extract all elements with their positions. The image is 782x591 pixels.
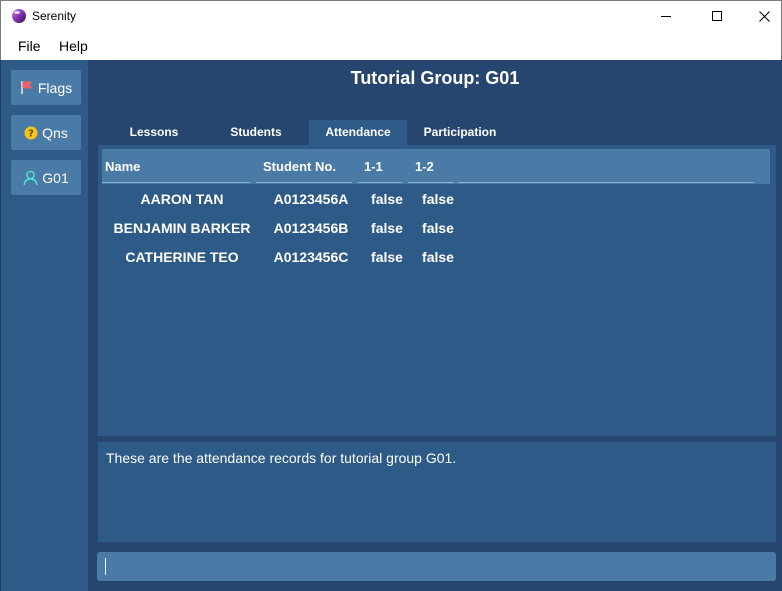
cell-student-no: A0123456C <box>273 249 349 265</box>
menu-bar: File Help <box>0 31 782 60</box>
app-logo-icon <box>12 9 26 23</box>
attendance-table-panel: Name Student No. 1-1 1-2 AARON TAN A0123… <box>98 145 776 436</box>
text-caret <box>105 558 106 575</box>
tab-participation[interactable]: Participation <box>407 120 513 145</box>
sidebar: Flags ? Qns G01 <box>0 60 88 591</box>
user-icon <box>23 170 38 185</box>
window-titlebar: Serenity <box>0 0 782 31</box>
column-divider <box>458 182 754 183</box>
column-header-lesson-1-1[interactable]: 1-1 <box>364 159 383 174</box>
tab-attendance[interactable]: Attendance <box>309 120 407 145</box>
cell-name: CATHERINE TEO <box>125 249 239 265</box>
flag-icon <box>21 81 33 94</box>
maximize-button[interactable] <box>694 1 740 31</box>
cell-lesson-1-2: false <box>422 220 454 236</box>
sidebar-item-label: Qns <box>42 124 68 141</box>
table-header: Name Student No. 1-1 1-2 <box>102 149 770 184</box>
tab-students[interactable]: Students <box>212 120 300 145</box>
column-divider <box>102 182 250 183</box>
cell-lesson-1-2: false <box>422 249 454 265</box>
minimize-icon <box>661 15 671 17</box>
tab-lessons[interactable]: Lessons <box>110 120 198 145</box>
close-button[interactable] <box>741 1 782 31</box>
sidebar-item-label: G01 <box>42 169 69 186</box>
table-row[interactable]: AARON TAN A0123456A false false <box>98 186 776 215</box>
cell-lesson-1-1: false <box>371 249 403 265</box>
window-title: Serenity <box>32 9 77 23</box>
minimize-button[interactable] <box>643 1 689 31</box>
cell-student-no: A0123456A <box>273 191 349 207</box>
column-header-student-no[interactable]: Student No. <box>263 159 336 174</box>
command-input[interactable] <box>97 552 776 581</box>
column-divider <box>256 182 352 183</box>
result-display[interactable]: These are the attendance records for tut… <box>98 442 776 542</box>
cell-lesson-1-1: false <box>371 220 403 236</box>
cell-lesson-1-1: false <box>371 191 403 207</box>
table-row[interactable]: CATHERINE TEO A0123456C false false <box>98 244 776 273</box>
cell-name: BENJAMIN BARKER <box>113 220 251 236</box>
app-body: Flags ? Qns G01 Tutorial Group: G01 Less… <box>0 60 782 591</box>
svg-text:?: ? <box>28 128 34 139</box>
maximize-icon <box>712 11 722 21</box>
sidebar-item-g01[interactable]: G01 <box>11 160 81 195</box>
sidebar-item-label: Flags <box>37 79 73 96</box>
sidebar-item-flags[interactable]: Flags <box>11 70 81 105</box>
menu-help[interactable]: Help <box>59 38 88 54</box>
sidebar-item-qns[interactable]: ? Qns <box>11 115 81 150</box>
cell-student-no: A0123456B <box>273 220 349 236</box>
close-icon <box>758 10 770 22</box>
menu-file[interactable]: File <box>18 38 41 54</box>
column-header-lesson-1-2[interactable]: 1-2 <box>415 159 434 174</box>
cell-lesson-1-2: false <box>422 191 454 207</box>
question-icon: ? <box>24 126 38 139</box>
table-row[interactable]: BENJAMIN BARKER A0123456B false false <box>98 215 776 244</box>
column-header-name[interactable]: Name <box>105 159 140 174</box>
page-title: Tutorial Group: G01 <box>350 68 520 88</box>
cell-name: AARON TAN <box>140 191 224 207</box>
column-divider <box>408 182 454 183</box>
column-divider <box>358 182 402 183</box>
result-message: These are the attendance records for tut… <box>106 450 457 466</box>
